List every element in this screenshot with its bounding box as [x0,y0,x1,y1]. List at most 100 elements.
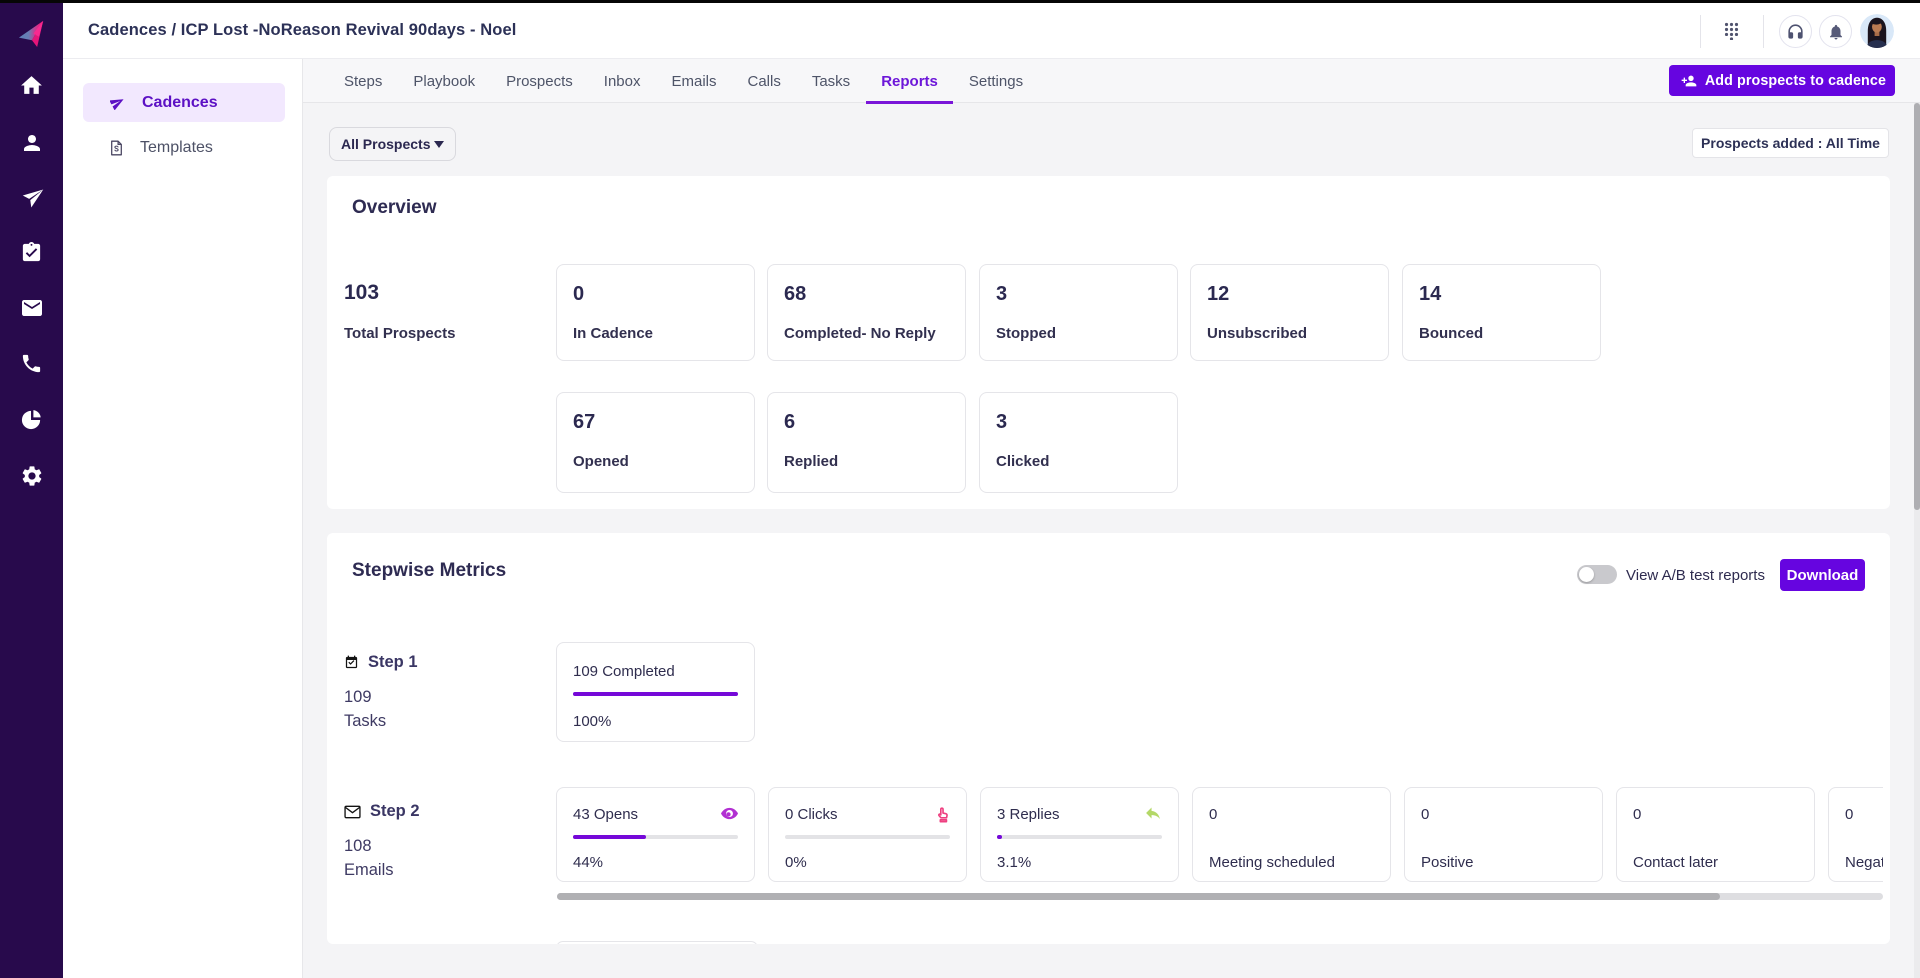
metric-card-meeting-scheduled: 0 Meeting scheduled [1192,787,1391,882]
download-button[interactable]: Download [1780,559,1865,591]
app-window: { "header": { "breadcrumb": "Cadences / … [0,0,1920,978]
progress-track [997,835,1162,839]
stat-card-replied: 6 Replied [767,392,966,493]
tab-steps[interactable]: Steps [329,59,397,103]
total-prospects-stat: 103 Total Prospects [344,281,455,342]
reply-icon [1144,805,1162,821]
progress-fill [997,835,1002,839]
mail-icon [20,296,44,320]
add-prospects-button[interactable]: Add prospects to cadence [1669,65,1895,96]
breadcrumb: Cadences / ICP Lost -NoReason Revival 90… [88,21,516,40]
metric-label: Meeting scheduled [1209,854,1335,871]
envelope-icon [344,805,361,819]
sidebar-item-cadences[interactable]: Cadences [83,83,285,122]
click-icon [935,806,950,823]
support-button[interactable] [1779,15,1812,48]
prospects-added-filter[interactable]: Prospects added : All Time [1692,128,1889,158]
sidebar-item-mail[interactable] [19,295,44,320]
sidebar-item-reports[interactable] [19,407,44,432]
tab-tasks[interactable]: Tasks [797,59,865,103]
dialpad-button[interactable] [1724,22,1739,40]
stat-card-unsubscribed: 12 Unsubscribed [1190,264,1389,361]
metric-card-negative: 0 Negative [1828,787,1883,882]
stat-card-stopped: 3 Stopped [979,264,1178,361]
metric-percent: 0% [785,854,807,871]
chevron-down-icon [434,141,444,148]
metric-title: 43 Opens [573,806,638,823]
paper-plane-icon [20,186,44,210]
step-2-name: Step 2 [344,802,420,821]
stat-card-opened: 67 Opened [556,392,755,493]
ab-test-toggle[interactable] [1577,565,1617,584]
metric-title: 109 Completed [573,663,675,680]
next-step-card-peek [556,941,758,944]
headset-icon [1786,22,1805,41]
sidebar-item-home[interactable] [19,73,44,98]
document-icon [110,140,123,156]
tab-emails[interactable]: Emails [656,59,731,103]
progress-track [573,692,738,696]
sidebar-item-settings[interactable] [19,463,44,488]
sidebar-item-tasks[interactable] [19,240,44,265]
calendar-check-icon [344,655,359,670]
phone-icon [20,352,43,375]
tab-playbook[interactable]: Playbook [398,59,490,103]
stat-label: Completed- No Reply [784,325,949,342]
app-logo[interactable] [16,17,48,49]
prospect-filter-dropdown[interactable]: All Prospects [329,127,456,161]
step-unit: Emails [344,861,420,880]
vertical-scrollbar-thumb[interactable] [1914,103,1920,510]
eye-icon [721,807,738,820]
sidebar-item-calls[interactable] [19,351,44,376]
stat-card-bounced: 14 Bounced [1402,264,1601,361]
tab-settings[interactable]: Settings [954,59,1038,103]
stat-label: Stopped [996,325,1161,342]
step-2-label: Step 2 108 Emails [344,802,420,880]
metric-label: Contact later [1633,854,1718,871]
horizontal-scrollbar[interactable] [557,893,1883,900]
person-icon [20,131,44,155]
sidebar-item-prospects[interactable] [19,130,44,155]
tab-inbox[interactable]: Inbox [589,59,656,103]
user-avatar[interactable] [1860,14,1894,48]
stat-label: Bounced [1419,325,1584,342]
pie-chart-icon [20,408,43,431]
tabs: Steps Playbook Prospects Inbox Emails Ca… [329,59,1038,103]
tab-prospects[interactable]: Prospects [491,59,588,103]
step-2-metrics-row: 43 Opens 44% 0 Clicks 0% 3 Replies 3.1% … [556,787,1883,882]
stat-value: 12 [1207,283,1372,306]
step-unit: Tasks [344,712,418,731]
metric-card-replies: 3 Replies 3.1% [980,787,1179,882]
tab-reports[interactable]: Reports [866,59,953,103]
stat-card-completed-no-reply: 68 Completed- No Reply [767,264,966,361]
secondary-sidebar: Cadences Templates [63,59,303,978]
stat-card-in-cadence: 0 In Cadence [556,264,755,361]
progress-track [785,835,950,839]
metric-card-opens: 43 Opens 44% [556,787,755,882]
stat-value: 67 [573,411,738,434]
notifications-button[interactable] [1819,15,1852,48]
sidebar-item-label: Cadences [142,94,218,112]
tab-calls[interactable]: Calls [733,59,796,103]
stat-value: 6 [784,411,949,434]
stat-label: Clicked [996,453,1161,470]
metric-percent: 100% [573,713,611,730]
header-divider [1763,15,1764,48]
overview-section: Overview 103 Total Prospects 0 In Cadenc… [327,176,1890,509]
dialpad-icon [1724,22,1739,40]
prospects-added-label: Prospects added : All Time [1701,135,1880,151]
sidebar-item-cadences[interactable] [19,185,44,210]
metric-title: 0 [1845,806,1853,823]
add-prospects-label: Add prospects to cadence [1705,73,1886,89]
send-icon [110,95,125,110]
step-1-name: Step 1 [344,653,418,672]
top-header: Cadences / ICP Lost -NoReason Revival 90… [63,3,1920,59]
cadence-tab-bar: Steps Playbook Prospects Inbox Emails Ca… [303,59,1920,103]
sidebar-item-templates[interactable]: Templates [83,128,285,167]
stat-value: 3 [996,283,1161,306]
step-name-text: Step 1 [368,653,418,672]
stat-label: Unsubscribed [1207,325,1372,342]
stat-label: Opened [573,453,738,470]
metric-title: 0 Clicks [785,806,838,823]
horizontal-scrollbar-thumb[interactable] [557,893,1720,900]
